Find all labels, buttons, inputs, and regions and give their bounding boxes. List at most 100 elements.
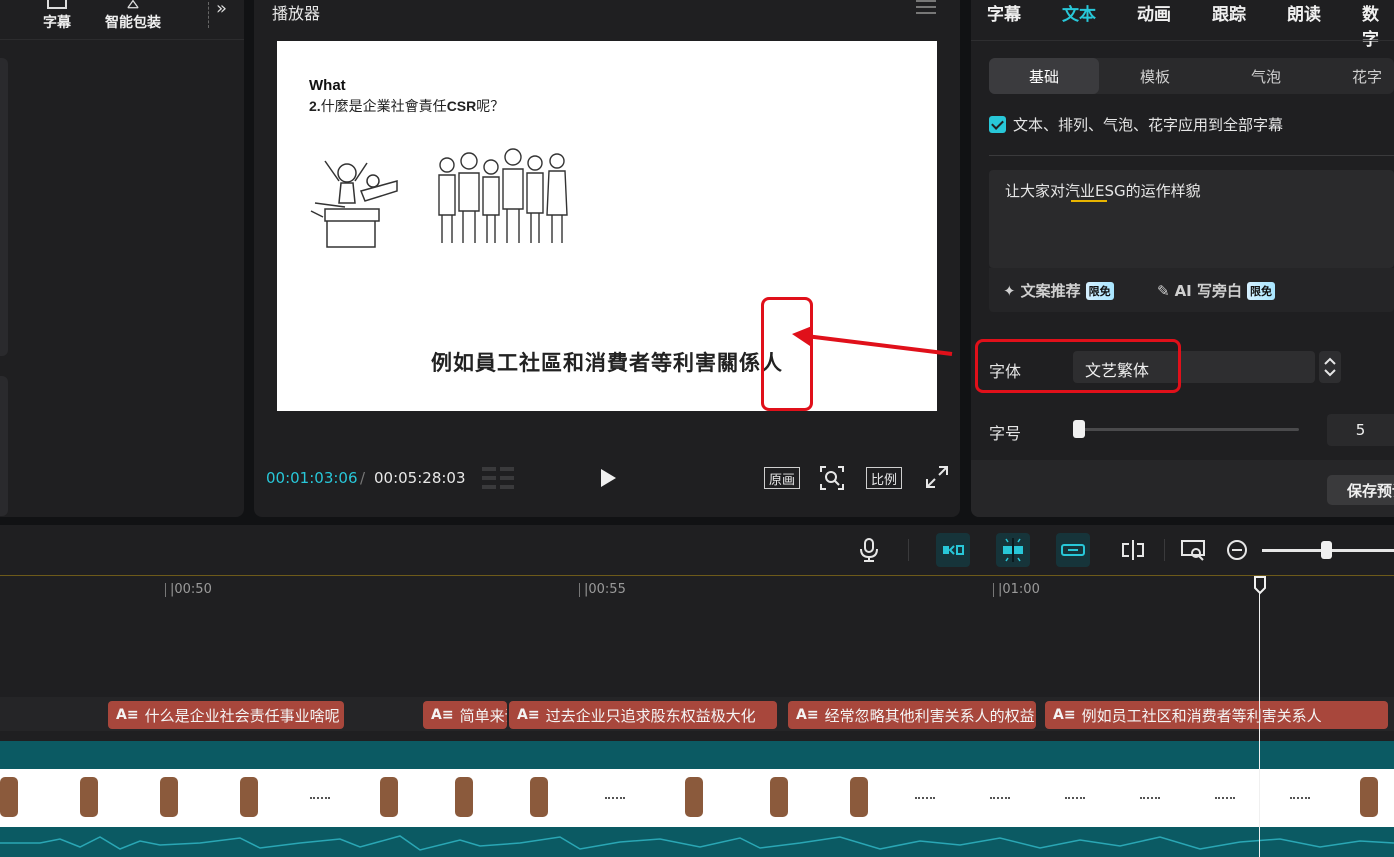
ruler-tick-label: |00:55 — [579, 583, 626, 597]
subtitle-clip-text: 例如员工社区和消费者等利害关系人 — [1081, 706, 1322, 725]
subtab-fancy-text[interactable]: 花字 — [1322, 58, 1394, 94]
text-editor[interactable]: 让大家对汽业ESG的运作样貌 — [989, 170, 1394, 268]
subtitle-clip[interactable]: A≡ 简单来说 — [423, 701, 507, 729]
split-icon[interactable] — [1120, 537, 1146, 563]
tab-subtitle[interactable]: 字幕 — [987, 0, 1021, 25]
thumbnail-frame — [685, 777, 703, 817]
office-worker-illustration — [310, 160, 398, 248]
tab-digital[interactable]: 数字 — [1362, 0, 1394, 50]
preview-zoom-icon[interactable] — [1180, 537, 1206, 563]
link-icon[interactable] — [1056, 533, 1090, 567]
font-size-slider-thumb[interactable] — [1073, 420, 1085, 438]
timeline-panel: |00:50 |00:55 |01:00 A≡ 什么是企业社会责任事业啥呢 A≡ 简… — [0, 525, 1394, 857]
tab-animation[interactable]: 动画 — [1137, 0, 1171, 25]
apply-all-checkbox[interactable] — [989, 116, 1006, 133]
text-content: 让大家对汽业ESG的运作样貌 — [1005, 182, 1201, 200]
ai-narration-label: AI 写旁白 — [1174, 282, 1242, 300]
left-panel-card — [0, 376, 8, 516]
thumbnail-frame — [1215, 787, 1235, 799]
slide-question-end: 呢？ — [476, 99, 505, 115]
subtab-bubble[interactable]: 气泡 — [1211, 58, 1321, 94]
spellcheck-underline — [1071, 200, 1107, 202]
ruler-tick-label: |00:50 — [165, 583, 212, 597]
subtitle-clip[interactable]: A≡ 什么是企业社会责任事业啥呢 — [108, 701, 344, 729]
text-clip-icon: A≡ — [431, 707, 454, 723]
subtitle-clip[interactable]: A≡ 过去企业只追求股东权益极大化 — [509, 701, 777, 729]
section-divider — [989, 155, 1394, 156]
snap-left-icon[interactable] — [936, 533, 970, 567]
current-time: 00:01:03:06 — [266, 469, 358, 487]
copy-suggestion-button[interactable]: ✦ 文案推荐 限免 — [1003, 280, 1114, 301]
subtab-basic[interactable]: 基础 — [989, 58, 1099, 94]
play-button[interactable] — [598, 467, 618, 489]
font-stepper-icon[interactable] — [1319, 351, 1341, 383]
aspect-ratio-button[interactable]: 比例 — [866, 467, 902, 489]
zoom-out-icon[interactable] — [1224, 537, 1250, 563]
people-group-illustration — [438, 148, 568, 243]
video-track-header[interactable] — [0, 741, 1394, 769]
playhead-line[interactable] — [1259, 587, 1260, 857]
subtitle-clip[interactable]: A≡ 例如员工社区和消费者等利害关系人 — [1045, 701, 1388, 729]
text-clip-icon: A≡ — [116, 707, 139, 723]
tab-tracking[interactable]: 跟踪 — [1212, 0, 1246, 25]
left-panel-divider — [0, 39, 244, 40]
warning-icon — [127, 0, 139, 9]
left-panel-card — [0, 58, 8, 356]
thumbnail-frame — [530, 777, 548, 817]
waveform-grid-icon[interactable] — [482, 467, 514, 489]
menu-icon[interactable] — [916, 0, 936, 16]
toolbar-separator — [908, 539, 909, 561]
snap-center-icon[interactable] — [996, 533, 1030, 567]
audio-track[interactable] — [0, 827, 1394, 857]
thumbnail-frame — [0, 777, 18, 817]
tab-read-aloud[interactable]: 朗读 — [1287, 0, 1321, 25]
subtitle-clip[interactable]: A≡ 经常忽略其他利害关系人的权益 — [788, 701, 1036, 729]
slide-heading-what: What — [309, 77, 346, 94]
subtab-template[interactable]: 模板 — [1100, 58, 1210, 94]
player-panel: 播放器 What 2.什麼是企業社會責任CSR呢？ 例如員工社區和消費者等利害關… — [254, 0, 960, 517]
expand-icon[interactable]: » — [216, 0, 227, 19]
thumbnail-frame — [160, 777, 178, 817]
thumbnail-frame — [380, 777, 398, 817]
original-ratio-button[interactable]: 原画 — [764, 467, 800, 489]
subtitle-clip-text: 简单来说 — [459, 706, 507, 725]
font-size-input[interactable]: 5 — [1327, 414, 1394, 446]
tab-text[interactable]: 文本 — [1062, 0, 1096, 25]
left-panel: 字幕 智能包装 » — [0, 0, 244, 517]
left-tab-smart-package-label: 智能包装 — [105, 15, 161, 31]
total-time: 00:05:28:03 — [374, 469, 466, 487]
left-tab-smart-package[interactable]: 智能包装 — [100, 0, 166, 40]
subtitle-clip-text: 经常忽略其他利害关系人的权益 — [824, 706, 1035, 725]
subtitle-clip-text: 过去企业只追求股东权益极大化 — [545, 706, 756, 725]
annotation-arrow — [792, 326, 953, 356]
annotation-highlight-box — [975, 339, 1181, 393]
ai-narration-button[interactable]: ✎ AI 写旁白 限免 — [1157, 280, 1275, 301]
thumbnail-frame — [990, 787, 1010, 799]
video-thumbnail-strip[interactable] — [0, 769, 1394, 827]
microphone-icon[interactable] — [856, 537, 882, 563]
tab-divider — [971, 40, 1394, 41]
thumbnail-frame — [1290, 787, 1310, 799]
thumbnail-frame — [915, 787, 935, 799]
text-clip-icon: A≡ — [796, 707, 819, 723]
copy-suggestion-label: 文案推荐 — [1020, 282, 1081, 300]
sparkle-icon: ✦ — [1003, 281, 1016, 300]
free-badge: 限免 — [1085, 281, 1114, 300]
left-tab-subtitle[interactable]: 字幕 — [40, 0, 74, 40]
thumbnail-frame — [850, 777, 868, 817]
timeline-zoom-slider-thumb[interactable] — [1321, 541, 1332, 559]
slide-question-number: 2. — [309, 98, 321, 114]
thumbnail-frame — [310, 787, 330, 799]
thumbnail-frame — [455, 777, 473, 817]
thumbnail-frame — [1065, 787, 1085, 799]
audio-waveform — [0, 835, 1394, 851]
player-title: 播放器 — [272, 4, 321, 23]
left-tab-separator — [208, 2, 209, 28]
fullscreen-icon[interactable] — [926, 466, 948, 488]
thumbnail-frame — [1360, 777, 1378, 817]
thumbnail-frame — [240, 777, 258, 817]
font-size-slider[interactable] — [1077, 428, 1299, 431]
zoom-icon[interactable] — [820, 466, 844, 490]
save-preset-button[interactable]: 保存预设 — [1327, 475, 1394, 505]
playhead-handle-icon[interactable] — [1253, 575, 1267, 595]
